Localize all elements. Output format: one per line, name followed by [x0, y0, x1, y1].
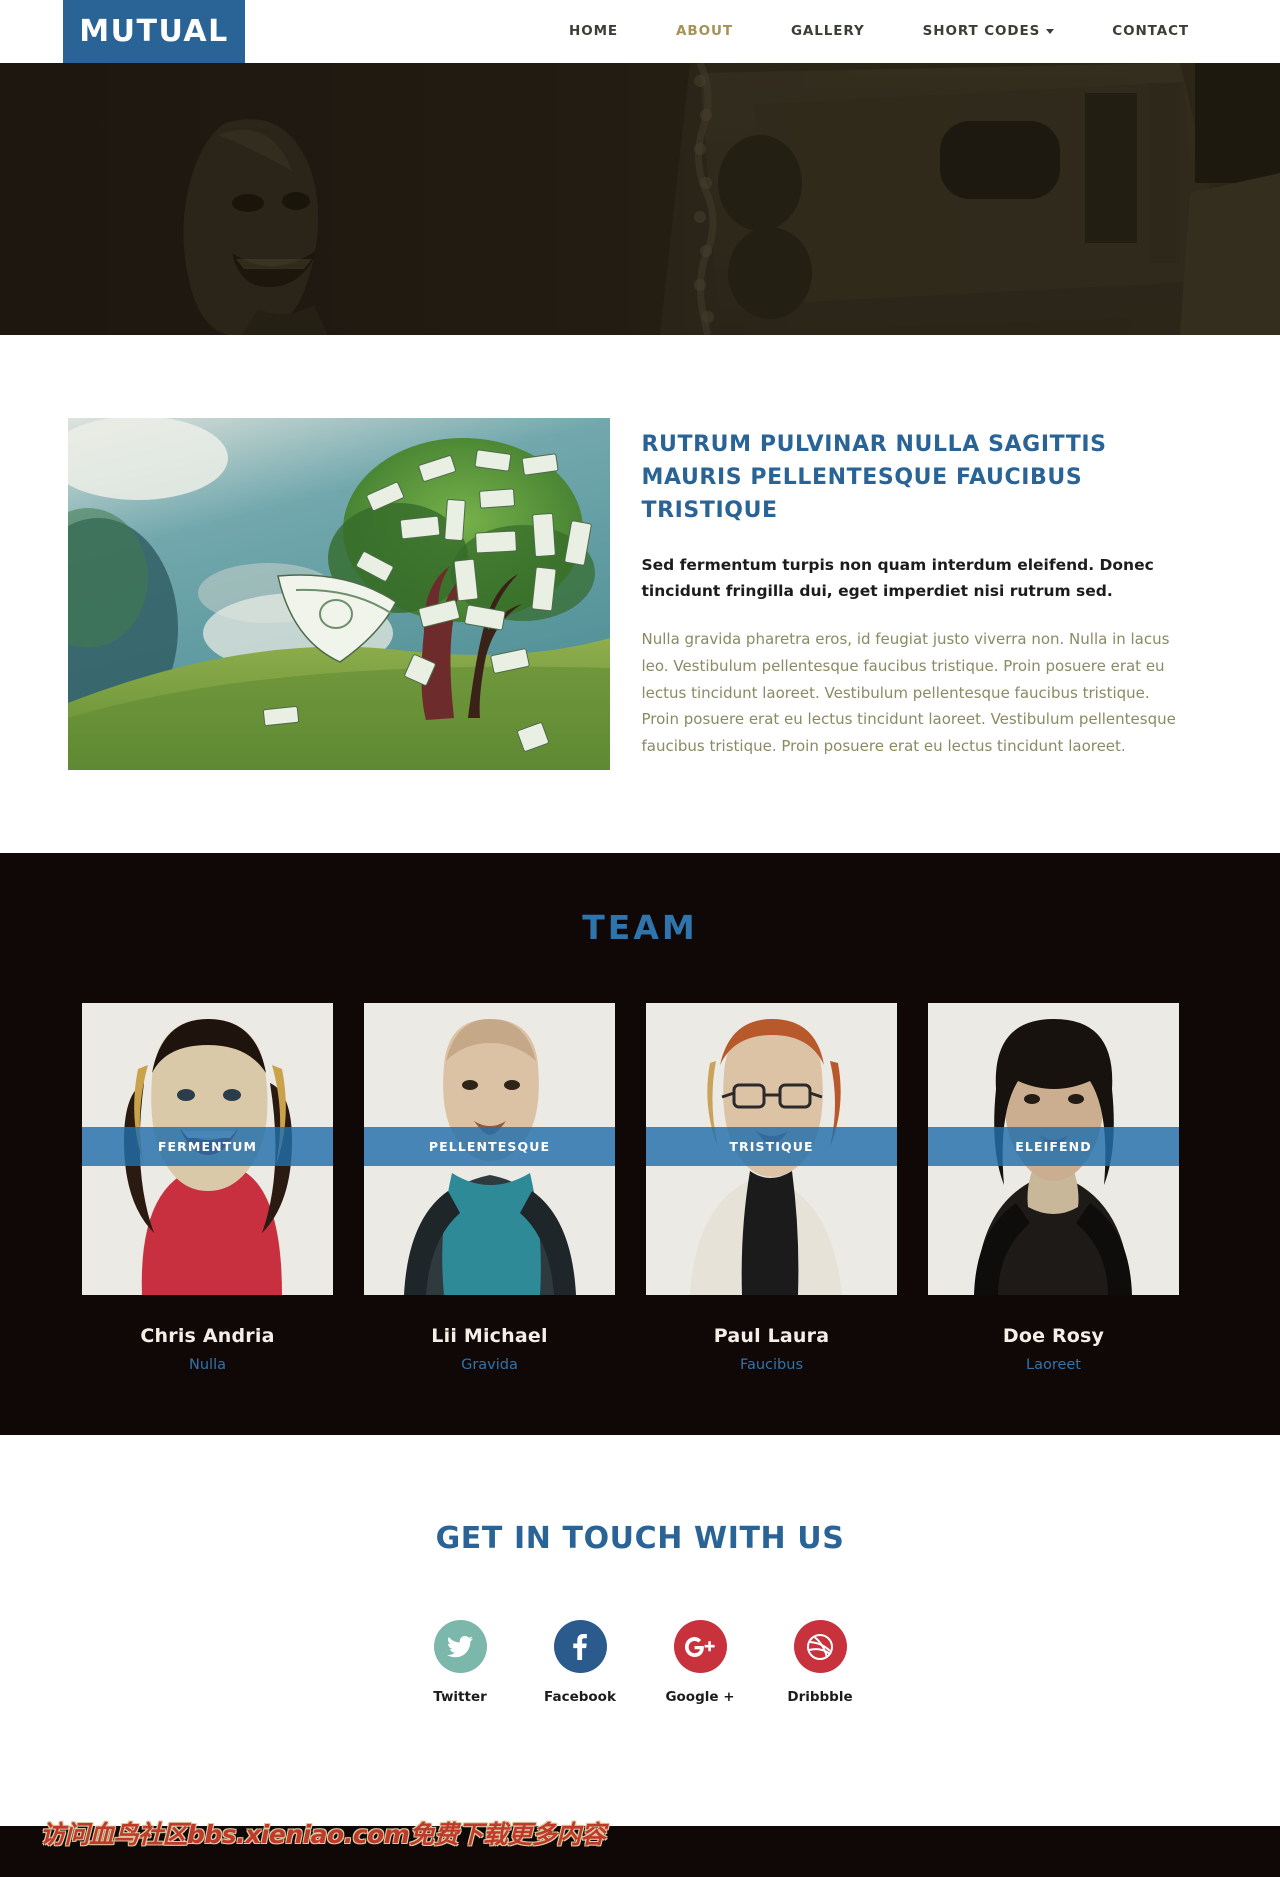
team-member-role[interactable]: Gravida [364, 1357, 615, 1373]
hero-banner [0, 63, 1280, 335]
team-member-name: Lii Michael [431, 1325, 548, 1347]
team-banner: PELLENTESQUE [364, 1127, 615, 1166]
facebook-icon[interactable] [553, 1620, 607, 1673]
team-section: TEAM FERMENTUM Chris Andria Nulla PELLEN… [0, 853, 1280, 1435]
team-member-role[interactable]: Nulla [82, 1357, 333, 1373]
contact-title: GET IN TOUCH WITH US [435, 1521, 845, 1556]
about-text-block: RUTRUM PULVINAR NULLA SAGITTIS MAURIS PE… [642, 418, 1213, 770]
social-label: Google + [665, 1689, 735, 1705]
dribbble-icon[interactable] [793, 1620, 847, 1673]
team-banner: ELEIFEND [928, 1127, 1179, 1166]
social-links: Twitter Facebook Google + Dribbble [0, 1620, 1280, 1705]
team-member-role[interactable]: Laoreet [928, 1357, 1179, 1373]
hero-image [0, 63, 1280, 335]
nav-item-about[interactable]: ABOUT [647, 0, 762, 63]
google-plus-glyph [685, 1636, 715, 1657]
social-label: Dribbble [787, 1689, 853, 1705]
logo[interactable]: MUTUAL [63, 0, 245, 63]
team-grid: FERMENTUM Chris Andria Nulla PELLENTESQU… [82, 1003, 1198, 1373]
team-banner-label: ELEIFEND [1015, 1139, 1092, 1154]
team-banner-label: FERMENTUM [157, 1139, 258, 1154]
dribbble-ball-glyph [807, 1633, 833, 1660]
team-title: TEAM [582, 908, 698, 947]
twitter-icon[interactable] [433, 1620, 487, 1673]
team-card[interactable]: PELLENTESQUE Lii Michael Gravida [364, 1003, 615, 1373]
social-google-plus[interactable]: Google + [664, 1620, 737, 1705]
chevron-down-icon [1046, 28, 1055, 34]
team-banner-label: TRISTIQUE [729, 1139, 814, 1154]
team-member-name: Paul Laura [713, 1325, 830, 1347]
team-banner: TRISTIQUE [646, 1127, 897, 1166]
team-photo: FERMENTUM [82, 1003, 333, 1295]
social-label: Facebook [544, 1689, 616, 1705]
social-dribbble[interactable]: Dribbble [784, 1620, 857, 1705]
team-banner: FERMENTUM [82, 1127, 333, 1166]
main-nav: HOME ABOUT GALLERY SHORT CODES CONTACT [540, 0, 1218, 63]
team-card[interactable]: ELEIFEND Doe Rosy Laoreet [928, 1003, 1179, 1373]
site-header: MUTUAL HOME ABOUT GALLERY SHORT CODES CO… [0, 0, 1280, 63]
about-section: RUTRUM PULVINAR NULLA SAGITTIS MAURIS PE… [0, 335, 1280, 853]
team-banner-label: PELLENTESQUE [428, 1139, 551, 1154]
twitter-bird-glyph [447, 1635, 473, 1657]
team-card[interactable]: TRISTIQUE Paul Laura Faucibus [646, 1003, 897, 1373]
nav-item-home[interactable]: HOME [540, 0, 647, 63]
team-card[interactable]: FERMENTUM Chris Andria Nulla [82, 1003, 333, 1373]
money-tree-illustration [67, 418, 610, 770]
contact-section: GET IN TOUCH WITH US Twitter Facebook Go… [0, 1435, 1280, 1775]
about-image [67, 418, 610, 770]
nav-item-short-codes[interactable]: SHORT CODES [894, 0, 1084, 63]
about-body: Nulla gravida pharetra eros, id feugiat … [641, 630, 1176, 755]
social-facebook[interactable]: Facebook [544, 1620, 617, 1705]
team-member-name: Doe Rosy [1002, 1325, 1105, 1347]
facebook-f-glyph [573, 1633, 587, 1660]
social-twitter[interactable]: Twitter [424, 1620, 497, 1705]
about-title: RUTRUM PULVINAR NULLA SAGITTIS MAURIS PE… [641, 432, 1107, 523]
google-plus-icon[interactable] [673, 1620, 727, 1673]
team-photo: PELLENTESQUE [364, 1003, 615, 1295]
social-label: Twitter [433, 1689, 487, 1705]
nav-item-short-codes-label: SHORT CODES [922, 23, 1041, 39]
page-root: MUTUAL HOME ABOUT GALLERY SHORT CODES CO… [0, 0, 1280, 1877]
nav-item-gallery[interactable]: GALLERY [762, 0, 894, 63]
team-member-name: Chris Andria [140, 1325, 275, 1347]
about-lead: Sed fermentum turpis non quam interdum e… [641, 556, 1154, 600]
footer-bar [0, 1826, 1280, 1877]
logo-text: MUTUAL [79, 14, 229, 49]
nav-item-contact[interactable]: CONTACT [1083, 0, 1218, 63]
team-member-role[interactable]: Faucibus [646, 1357, 897, 1373]
team-photo: TRISTIQUE [646, 1003, 897, 1295]
team-photo: ELEIFEND [928, 1003, 1179, 1295]
